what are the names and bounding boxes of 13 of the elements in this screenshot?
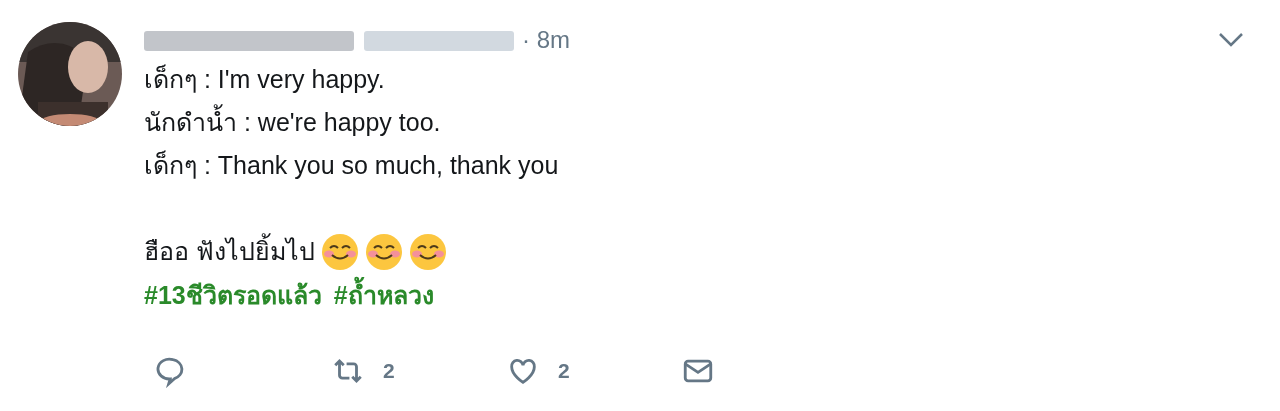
like-button[interactable]: 2 [506, 354, 681, 388]
hashtag-link[interactable]: #13ชีวิตรอดแล้ว [144, 274, 322, 315]
tweet-text: ฮืออ ฟังไปยิ้มไป [144, 230, 315, 273]
tweet-text: เด็กๆ : I'm very happy. [144, 63, 386, 95]
smiling-face-icon [364, 232, 403, 271]
smiling-face-icon [408, 232, 447, 271]
smiling-face-icon [320, 232, 359, 271]
tweet-text: นักดำน้ำ : we're happy too. [144, 101, 1262, 144]
chevron-down-icon[interactable] [1218, 32, 1244, 48]
hashtag-link[interactable]: #ถ้ำหลวง [333, 274, 434, 315]
retweet-button[interactable]: 2 [331, 354, 506, 388]
tweet-time: · 8m [522, 26, 570, 54]
tweet-text: เด็กๆ : Thank you so much, thank you [144, 149, 560, 181]
